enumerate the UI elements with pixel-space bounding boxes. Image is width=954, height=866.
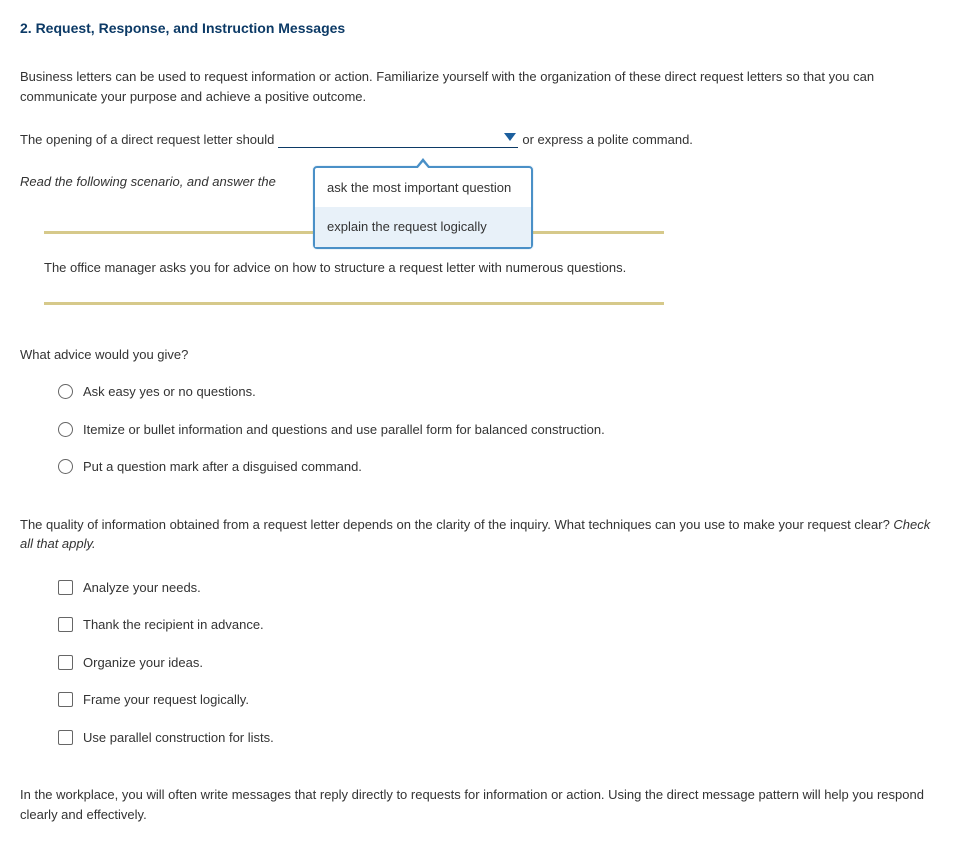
checkbox-icon[interactable] xyxy=(58,655,73,670)
q1-option-label: Itemize or bullet information and questi… xyxy=(83,420,605,440)
divider-bottom xyxy=(44,302,664,305)
q2-option-2[interactable]: Organize your ideas. xyxy=(58,653,934,673)
dropdown-menu: ask the most important question explain … xyxy=(313,166,533,249)
dropdown-option-0[interactable]: ask the most important question xyxy=(315,168,531,208)
fill-after-text: or express a polite command. xyxy=(522,130,693,150)
q1-option-2[interactable]: Put a question mark after a disguised co… xyxy=(58,457,934,477)
dropdown-option-1[interactable]: explain the request logically xyxy=(315,207,531,247)
q2-option-label: Use parallel construction for lists. xyxy=(83,728,274,748)
checkbox-icon[interactable] xyxy=(58,617,73,632)
section-title: 2. Request, Response, and Instruction Me… xyxy=(20,18,934,39)
chevron-down-icon xyxy=(504,133,516,141)
radio-icon[interactable] xyxy=(58,459,73,474)
radio-icon[interactable] xyxy=(58,422,73,437)
checkbox-icon[interactable] xyxy=(58,580,73,595)
closing-paragraph: In the workplace, you will often write m… xyxy=(20,785,934,824)
q2-option-3[interactable]: Frame your request logically. xyxy=(58,690,934,710)
q1-option-label: Ask easy yes or no questions. xyxy=(83,382,256,402)
fill-before-text: The opening of a direct request letter s… xyxy=(20,130,274,150)
q1-options: Ask easy yes or no questions. Itemize or… xyxy=(58,382,934,477)
q2-option-label: Organize your ideas. xyxy=(83,653,203,673)
q1-option-label: Put a question mark after a disguised co… xyxy=(83,457,362,477)
q1-option-1[interactable]: Itemize or bullet information and questi… xyxy=(58,420,934,440)
q2-option-0[interactable]: Analyze your needs. xyxy=(58,578,934,598)
q2-option-label: Frame your request logically. xyxy=(83,690,249,710)
q2-prompt: The quality of information obtained from… xyxy=(20,515,934,554)
q2-options: Analyze your needs. Thank the recipient … xyxy=(58,578,934,748)
q1-prompt: What advice would you give? xyxy=(20,345,934,365)
checkbox-icon[interactable] xyxy=(58,730,73,745)
radio-icon[interactable] xyxy=(58,384,73,399)
q1-option-0[interactable]: Ask easy yes or no questions. xyxy=(58,382,934,402)
q2-option-label: Analyze your needs. xyxy=(83,578,201,598)
dropdown-notch-inner-icon xyxy=(417,162,429,169)
q2-prompt-main: The quality of information obtained from… xyxy=(20,517,893,532)
intro-paragraph: Business letters can be used to request … xyxy=(20,67,934,106)
dropdown-blank[interactable] xyxy=(278,131,518,148)
q2-option-1[interactable]: Thank the recipient in advance. xyxy=(58,615,934,635)
q2-option-4[interactable]: Use parallel construction for lists. xyxy=(58,728,934,748)
checkbox-icon[interactable] xyxy=(58,692,73,707)
fill-in-blank-row: The opening of a direct request letter s… xyxy=(20,130,934,150)
q2-option-label: Thank the recipient in advance. xyxy=(83,615,264,635)
